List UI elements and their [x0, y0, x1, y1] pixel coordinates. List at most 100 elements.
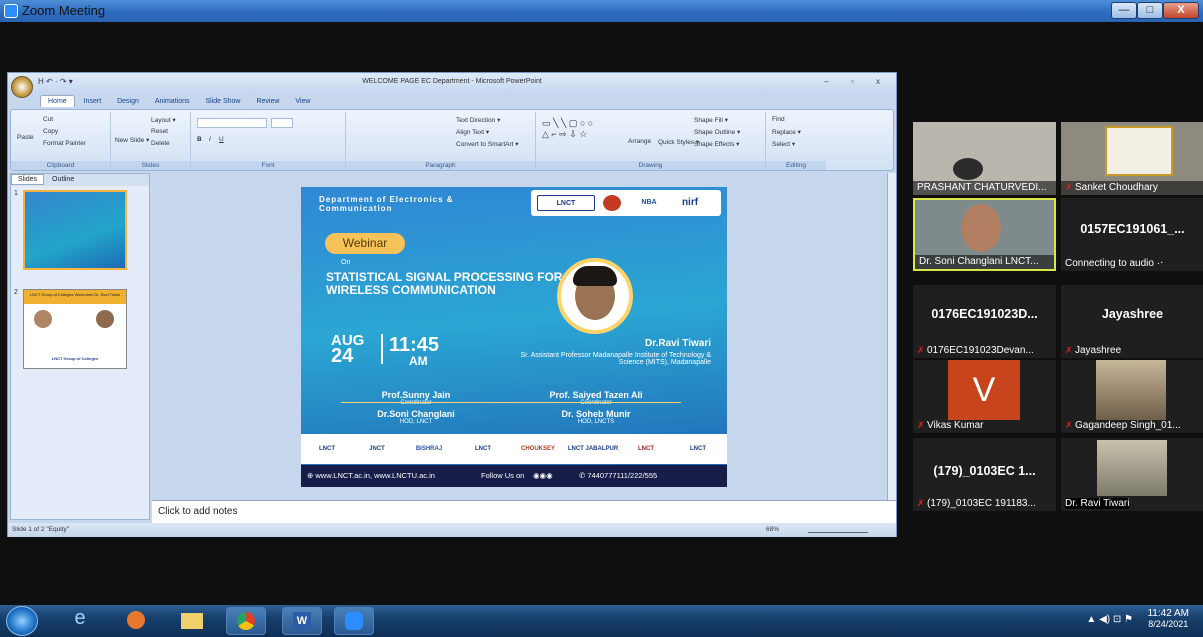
text-direction-button[interactable]: Text Direction ▾ [456, 116, 500, 124]
minimize-button[interactable]: — [1111, 2, 1137, 19]
slide-thumbnail-2[interactable]: LNCT Group of Colleges Welcomes Dr. Ravi… [23, 289, 127, 369]
muted-mic-icon: ✗ [1065, 345, 1073, 355]
paragraph-group: Text Direction ▾ Align Text ▾ Convert to… [346, 112, 536, 170]
participant-tile-1[interactable]: PRASHANT CHATURVEDI... [913, 122, 1056, 195]
drawing-group-label: Drawing [536, 161, 765, 170]
maximize-button[interactable]: □ [1137, 2, 1163, 19]
participant-8-name: ✗ Gagandeep Singh_01... [1065, 420, 1181, 431]
zoom-app-icon [4, 4, 18, 18]
partner-logos: LNCT JNCT BISHRAJ LNCT CHOUKSEY LNCT JAB… [301, 434, 727, 464]
format-painter-button[interactable]: Format Painter [43, 140, 86, 147]
arrange-button[interactable]: Arrange [628, 138, 651, 145]
delete-button[interactable]: Delete [151, 140, 170, 147]
internet-explorer-icon[interactable]: e [60, 607, 100, 635]
bold-button[interactable]: B [197, 136, 202, 143]
convert-smartart-button[interactable]: Convert to SmartArt ▾ [456, 140, 519, 148]
participant-tile-10[interactable]: Dr. Ravi Tiwari [1061, 438, 1203, 511]
find-button[interactable]: Find [772, 116, 785, 123]
ppt-window-controls[interactable]: – ▫ x [824, 77, 890, 86]
muted-mic-icon: ✗ [917, 498, 925, 508]
tab-insert[interactable]: Insert [77, 96, 109, 107]
replace-button[interactable]: Replace ▾ [772, 128, 801, 136]
slide-thumbnail-1[interactable] [23, 190, 127, 270]
italic-button[interactable]: I [209, 136, 211, 143]
chrome-icon[interactable] [226, 607, 266, 635]
participant-tile-4[interactable]: 0157EC191061_... Connecting to audio ·‧ [1061, 198, 1203, 271]
speaker-info: Dr.Ravi Tiwari Sr. Assistant Professor M… [501, 338, 711, 366]
media-player-icon[interactable] [116, 607, 156, 635]
font-name-box[interactable] [197, 118, 267, 128]
participant-5-name: ✗ 0176EC191023Devan... [917, 345, 1034, 356]
participant-10-photo [1097, 440, 1167, 496]
time-ampm: AM [409, 354, 428, 368]
participant-tile-7[interactable]: V ✗ Vikas Kumar [913, 360, 1056, 433]
tab-slides[interactable]: Slides [11, 174, 45, 185]
thumb-number-1: 1 [14, 190, 18, 197]
slides-group-label: Slides [111, 161, 190, 170]
start-button[interactable] [6, 606, 38, 636]
coordinator-2-role: Coordinator [580, 400, 612, 406]
hod-1-role: HOD, LNCT [399, 419, 433, 425]
participant-7-name: ✗ Vikas Kumar [917, 420, 984, 431]
notes-placeholder: Click to add notes [158, 506, 238, 517]
tab-view[interactable]: View [288, 96, 317, 107]
close-button[interactable]: X [1163, 2, 1199, 19]
participant-3-video [961, 204, 1001, 252]
system-clock[interactable]: 11:42 AM 8/24/2021 [1147, 608, 1189, 629]
clock-date: 8/24/2021 [1148, 619, 1189, 629]
align-text-button[interactable]: Align Text ▾ [456, 128, 489, 136]
new-slide-button[interactable]: New Slide ▾ [115, 136, 149, 144]
slides-group: New Slide ▾ Layout ▾ Reset Delete Slides [111, 112, 191, 170]
nirf-logo: nirf [681, 197, 699, 208]
slides-pane: Slides Outline 1 2 LNCT Group of College… [10, 173, 150, 520]
participant-tile-9[interactable]: (179)_0103EC 1... ✗ (179)_0103EC 191183..… [913, 438, 1056, 511]
participant-1-name: PRASHANT CHATURVEDI... [917, 182, 1047, 193]
tab-home[interactable]: Home [40, 95, 75, 107]
clock-time: 11:42 AM [1147, 608, 1189, 619]
copy-button[interactable]: Copy [43, 128, 58, 135]
participant-9-name: ✗ (179)_0103EC 191183... [917, 498, 1036, 509]
font-size-box[interactable] [271, 118, 293, 128]
nba-logo: NBA [641, 199, 657, 206]
tab-design[interactable]: Design [110, 96, 146, 107]
participant-tile-3-active-speaker[interactable]: Dr. Soni Changlani LNCT... [913, 198, 1056, 271]
select-button[interactable]: Select ▾ [772, 140, 795, 148]
participant-1-video [953, 158, 983, 180]
tab-outline[interactable]: Outline [46, 175, 80, 184]
shape-outline-button[interactable]: Shape Outline ▾ [694, 128, 740, 136]
participant-tile-2[interactable]: ✗ Sanket Choudhary [1061, 122, 1203, 195]
cut-button[interactable]: Cut [43, 116, 53, 123]
tab-review[interactable]: Review [249, 96, 286, 107]
zoom-level[interactable]: 68% [766, 526, 779, 533]
emblem-logo [603, 195, 621, 211]
zoom-taskbar-icon[interactable] [334, 607, 374, 635]
layout-button[interactable]: Layout ▾ [151, 116, 176, 124]
participant-tile-5[interactable]: 0176EC191023D... ✗ 0176EC191023Devan... [913, 285, 1056, 358]
coordinator-1: Prof.Sunny Jain Coordinator [341, 390, 491, 406]
word-icon[interactable]: W [282, 607, 322, 635]
tab-slide-show[interactable]: Slide Show [198, 96, 247, 107]
participant-6-placeholder: Jayashree [1101, 307, 1164, 321]
participant-tile-6[interactable]: Jayashree ✗ Jayashree [1061, 285, 1203, 358]
ribbon-tabs: Home Insert Design Animations Slide Show… [40, 95, 317, 109]
ppt-title-bar: H ↶ · ↷ ▾ WELCOME PAGE EC Department - M… [8, 73, 896, 98]
partner-logo-7: LNCT [638, 446, 654, 452]
slides-pane-tabs: Slides Outline [11, 174, 149, 186]
participant-tile-8[interactable]: ✗ Gagandeep Singh_01... [1061, 360, 1203, 433]
system-tray-icons[interactable]: ▲ ◀) ⊡ ⚑ [1086, 614, 1133, 625]
zoom-slider[interactable] [808, 525, 868, 533]
paragraph-group-label: Paragraph [346, 161, 535, 170]
shapes-gallery[interactable]: ▭ ╲ ╲ ▢ ○ ○ △ ⌐ ⇨ ⇩ ☆ [542, 118, 593, 140]
underline-button[interactable]: U [219, 136, 224, 143]
participant-2-video [1105, 126, 1173, 176]
shape-effects-button[interactable]: Shape Effects ▾ [694, 140, 739, 148]
shape-fill-button[interactable]: Shape Fill ▾ [694, 116, 728, 124]
editor-vertical-scrollbar[interactable] [887, 173, 896, 500]
zoom-window-title: Zoom Meeting [22, 3, 106, 18]
notes-pane[interactable]: Click to add notes [152, 500, 896, 523]
file-explorer-icon[interactable] [172, 607, 212, 635]
participant-4-status: Connecting to audio ·‧ [1065, 258, 1164, 269]
paste-button[interactable]: Paste [17, 134, 34, 141]
reset-button[interactable]: Reset [151, 128, 168, 135]
tab-animations[interactable]: Animations [148, 96, 197, 107]
